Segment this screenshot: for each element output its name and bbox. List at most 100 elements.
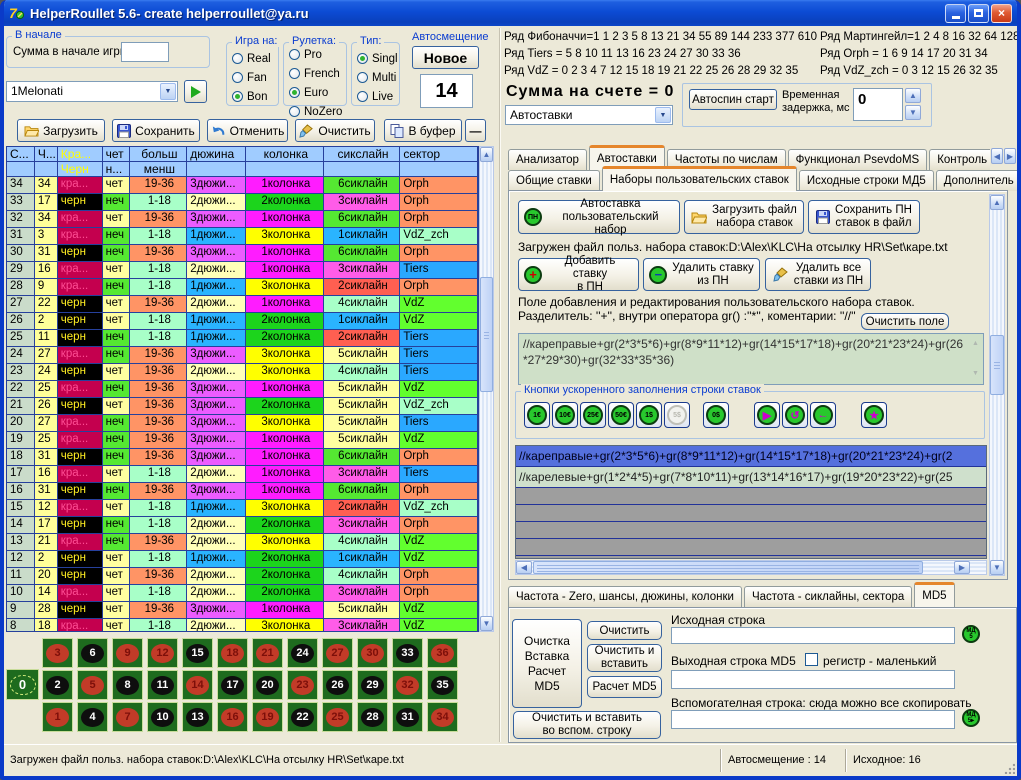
table-row[interactable]: 2722чернчет19-362дюжи...1колонка4сиклайн… (7, 296, 478, 313)
tab-дополнитель[interactable]: Дополнитель (936, 170, 1017, 191)
to-buffer-button[interactable]: В буфер (384, 119, 462, 142)
table-row[interactable]: 2027кра...неч19-363дюжи...3колонка5сикла… (7, 415, 478, 432)
tab-частота-zero-шансы-дюжины-колонки[interactable]: Частота - Zero, шансы, дюжины, колонки (508, 586, 742, 607)
md5-paste-aux-button[interactable]: Очистить и вставитьво вспом. строку (513, 711, 661, 739)
bet-set-empty-row[interactable] (516, 522, 986, 539)
tab-общие-ставки[interactable]: Общие ставки (508, 170, 600, 191)
table-row[interactable]: 289кра...неч1-181дюжи...3колонка2сиклайн… (7, 279, 478, 296)
board-cell-18[interactable]: 18 (217, 638, 248, 668)
mode-combo[interactable]: Автоставки ▼ (505, 105, 673, 125)
radio-icon[interactable] (232, 72, 243, 83)
tab-scroll-right-icon[interactable]: ▶ (1004, 148, 1016, 164)
table-row[interactable]: 2916кра...чет1-182дюжи...1колонка3сиклай… (7, 262, 478, 279)
tab-исходные-строки-мд5[interactable]: Исходные строки МД5 (799, 170, 934, 191)
table-row[interactable]: 2324чернчет19-362дюжи...3колонка4сиклайн… (7, 364, 478, 381)
delete-all-bets-button[interactable]: Удалить всеставки из ПН (765, 258, 871, 291)
board-cell-34[interactable]: 34 (427, 702, 458, 732)
table-row[interactable]: 262чернчет1-181дюжи...2колонка1сиклайнVd… (7, 313, 478, 330)
board-cell-14[interactable]: 14 (182, 670, 213, 700)
table-row[interactable]: 3317черннеч1-182дюжи...2колонка3сиклайнO… (7, 194, 478, 211)
scroll-down-icon[interactable]: ▼ (990, 560, 1004, 575)
scroll-right-icon[interactable]: ▶ (954, 561, 970, 574)
board-cell-24[interactable]: 24 (287, 638, 318, 668)
board-cell-2[interactable]: 2 (42, 670, 73, 700)
table-row[interactable]: 1321кра...неч19-362дюжи...3колонка4сикла… (7, 534, 478, 551)
scroll-up-icon[interactable]: ▲ (990, 195, 1004, 210)
board-cell-zero[interactable]: 0 (6, 669, 39, 700)
autospin-start-button[interactable]: Автоспин старт (689, 89, 777, 110)
radio-selected-icon[interactable] (232, 91, 243, 102)
maximize-button[interactable] (968, 4, 989, 23)
start-sum-input[interactable] (121, 42, 169, 62)
table-row[interactable]: 3031черннеч19-363дюжи...1колонка6сиклайн… (7, 245, 478, 262)
scroll-up-icon[interactable]: ▲ (969, 336, 982, 352)
delete-bet-button[interactable]: − Удалить ставкуиз ПН (643, 258, 760, 291)
add-bet-button[interactable]: + Добавить ставкув ПН (518, 258, 639, 291)
spinner-up-icon[interactable]: ▲ (905, 88, 921, 103)
spinner-down-icon[interactable]: ▼ (905, 105, 921, 120)
profile-combo[interactable]: 1Melonati ▼ (6, 81, 178, 102)
undo-button[interactable]: Отменить (207, 119, 288, 142)
table-scrollbar-thumb[interactable] (480, 277, 493, 392)
auto-bet-user-set-button[interactable]: ПН Автоставкапользовательский набор (518, 200, 680, 234)
md5-output-input[interactable] (671, 670, 955, 689)
chip-1$[interactable]: 1$ (636, 402, 662, 428)
table-row[interactable]: 1716кра...чет1-182дюжи...1колонка3сиклай… (7, 466, 478, 483)
board-cell-3[interactable]: 3 (42, 638, 73, 668)
board-cell-20[interactable]: 20 (252, 670, 283, 700)
chip-10€[interactable]: 10€ (552, 402, 578, 428)
board-cell-9[interactable]: 9 (112, 638, 143, 668)
table-row[interactable]: 1925кра...неч19-363дюжи...1колонка5сикла… (7, 432, 478, 449)
save-button[interactable]: Сохранить (112, 119, 200, 142)
tab-частота-сиклайны-сектора[interactable]: Частота - сиклайны, сектора (744, 586, 912, 607)
scroll-left-icon[interactable]: ◀ (516, 561, 532, 574)
table-row[interactable]: 1831черннеч19-363дюжи...1колонка6сиклайн… (7, 449, 478, 466)
board-cell-5[interactable]: 5 (77, 670, 108, 700)
chip-1€[interactable]: 1€ (524, 402, 550, 428)
board-cell-1[interactable]: 1 (42, 702, 73, 732)
table-row[interactable]: 1417черннеч1-182дюжи...2колонка3сиклайнO… (7, 517, 478, 534)
md5-calc-button[interactable]: Расчет MD5 (587, 676, 662, 698)
radio-selected-icon[interactable] (289, 87, 300, 98)
board-cell-30[interactable]: 30 (357, 638, 388, 668)
radio-fan[interactable]: Fan (232, 70, 278, 85)
board-cell-15[interactable]: 15 (182, 638, 213, 668)
bet-set-empty-row[interactable] (516, 505, 986, 522)
radio-nozero[interactable]: NoZero (289, 104, 346, 119)
chip-back[interactable]: ← (810, 402, 836, 428)
radio-icon[interactable] (289, 68, 300, 79)
md5-aux-input[interactable] (671, 710, 955, 729)
bet-set-row[interactable]: //карелевые+gr(1*2*4*5)+gr(7*8*10*11)+gr… (516, 467, 986, 488)
close-button[interactable]: × (991, 4, 1012, 23)
md5-clear-and-paste-button[interactable]: Очистить ивставить (587, 644, 662, 672)
tab-наборы-пользовательских-ставок[interactable]: Наборы пользовательских ставок (602, 166, 797, 191)
board-cell-23[interactable]: 23 (287, 670, 318, 700)
collapse-button[interactable]: — (465, 119, 486, 142)
board-cell-21[interactable]: 21 (252, 638, 283, 668)
board-cell-16[interactable]: 16 (217, 702, 248, 732)
table-row[interactable]: 1512кра...чет1-181дюжи...3колонка2сиклай… (7, 500, 478, 517)
md5-icon[interactable]: МД5 (962, 625, 980, 643)
chip-repeat[interactable]: ↺ (782, 402, 808, 428)
md5-clear-paste-calc-button[interactable]: ОчисткаВставкаРасчет MD5 (512, 619, 582, 708)
board-cell-17[interactable]: 17 (217, 670, 248, 700)
radio-icon[interactable] (289, 106, 300, 117)
scroll-down-icon[interactable]: ▼ (969, 366, 982, 382)
board-cell-22[interactable]: 22 (287, 702, 318, 732)
board-cell-32[interactable]: 32 (392, 670, 423, 700)
run-button[interactable] (184, 80, 207, 103)
board-cell-8[interactable]: 8 (112, 670, 143, 700)
tab-md5[interactable]: MD5 (914, 582, 954, 607)
load-bet-file-button[interactable]: Загрузить файлнабора ставок (684, 200, 804, 234)
table-row[interactable]: 2225кра...неч19-363дюжи...1колонка5сикла… (7, 381, 478, 398)
board-cell-11[interactable]: 11 (147, 670, 178, 700)
minimize-button[interactable] (945, 4, 966, 23)
radio-euro[interactable]: Euro (289, 85, 346, 100)
table-row[interactable]: 2427кра...неч19-363дюжи...3колонка5сикла… (7, 347, 478, 364)
bet-set-empty-row[interactable] (516, 539, 986, 556)
board-cell-6[interactable]: 6 (77, 638, 108, 668)
radio-icon[interactable] (232, 53, 243, 64)
table-row[interactable]: 2511черннеч1-181дюжи...2колонка2сиклайнT… (7, 330, 478, 347)
lowercase-checkbox[interactable] (805, 653, 818, 666)
chip-0$[interactable]: 0$ (703, 402, 729, 428)
